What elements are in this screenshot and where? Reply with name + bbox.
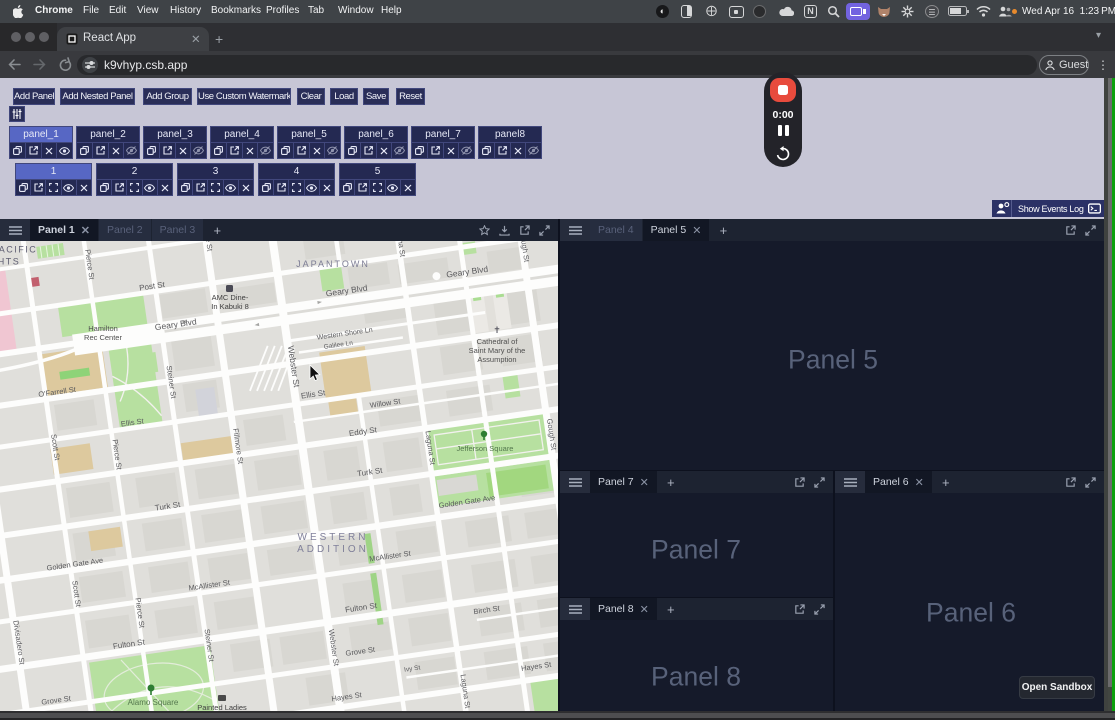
svg-text:HTS: HTS bbox=[0, 257, 20, 267]
svg-text:Hamilton: Hamilton bbox=[88, 324, 118, 333]
svg-text:WESTERN: WESTERN bbox=[298, 532, 369, 543]
svg-text:Rec Center: Rec Center bbox=[84, 333, 122, 342]
svg-text:Saint Mary of the: Saint Mary of the bbox=[469, 346, 526, 355]
svg-text:ACIFIC: ACIFIC bbox=[0, 245, 37, 255]
svg-text:Assumption: Assumption bbox=[477, 355, 516, 364]
svg-text:Painted Ladies: Painted Ladies bbox=[197, 703, 247, 711]
svg-text:AMC Dine-: AMC Dine- bbox=[212, 293, 249, 302]
svg-text:Jefferson Square: Jefferson Square bbox=[457, 444, 514, 453]
svg-text:Cathedral of: Cathedral of bbox=[477, 337, 519, 346]
svg-text:✝: ✝ bbox=[493, 325, 501, 335]
svg-text:JAPANTOWN: JAPANTOWN bbox=[296, 259, 370, 269]
svg-text:Alamo Square: Alamo Square bbox=[128, 698, 179, 707]
svg-text:ADDITION: ADDITION bbox=[297, 544, 369, 555]
svg-text:In Kabuki 8: In Kabuki 8 bbox=[211, 302, 249, 311]
